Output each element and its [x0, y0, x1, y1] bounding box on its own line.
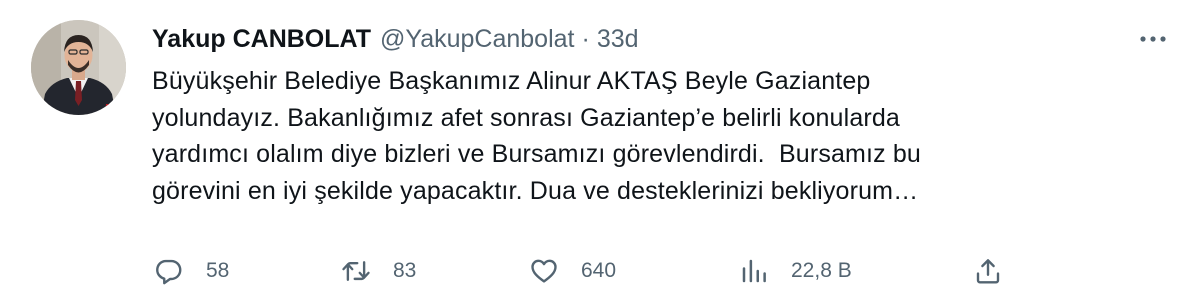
tweet-text-line: Büyükşehir Belediye Başkanımız Alinur AK… [152, 67, 871, 95]
author-handle[interactable]: @YakupCanbolat [380, 25, 574, 54]
tweet-text: Büyükşehir Belediye Başkanımız Alinur AK… [152, 63, 1152, 209]
like-button[interactable]: 640 [529, 251, 616, 291]
retweet-icon [342, 261, 370, 281]
retweet-count: 83 [393, 259, 417, 282]
separator: · [581, 24, 590, 53]
more-icon [1140, 36, 1166, 42]
views-icon [742, 259, 766, 283]
views-button[interactable]: 22,8 B [739, 251, 852, 291]
reply-button[interactable]: 58 [154, 251, 229, 291]
tweet-header: Yakup CANBOLAT @YakupCanbolat · 33d [152, 22, 639, 56]
tweet-text-line: yolundayız. Bakanlığımız afet sonrası Ga… [152, 103, 900, 132]
heart-icon [531, 259, 557, 283]
views-count: 22,8 B [791, 259, 852, 282]
share-icon [976, 259, 1000, 284]
retweet-button[interactable]: 83 [341, 251, 416, 291]
more-options-button[interactable] [1136, 29, 1170, 49]
tweet: Yakup CANBOLAT @YakupCanbolat · 33d Büyü… [0, 0, 1200, 305]
like-count: 640 [581, 259, 617, 282]
share-button[interactable] [973, 251, 1003, 291]
reply-count: 58 [206, 259, 230, 282]
avatar[interactable] [31, 20, 126, 115]
action-bar: 58 83 640 22,8 B [0, 251, 1200, 291]
tweet-text-line: görevini en iyi şekilde yapacaktır. Dua … [152, 176, 919, 205]
tweet-text-line: yardımcı olalım diye bizleri ve Bursamız… [152, 140, 921, 168]
timestamp[interactable]: 33d [597, 25, 639, 54]
reply-icon [156, 259, 182, 285]
author-name[interactable]: Yakup CANBOLAT [152, 25, 371, 54]
avatar-image [31, 20, 126, 115]
